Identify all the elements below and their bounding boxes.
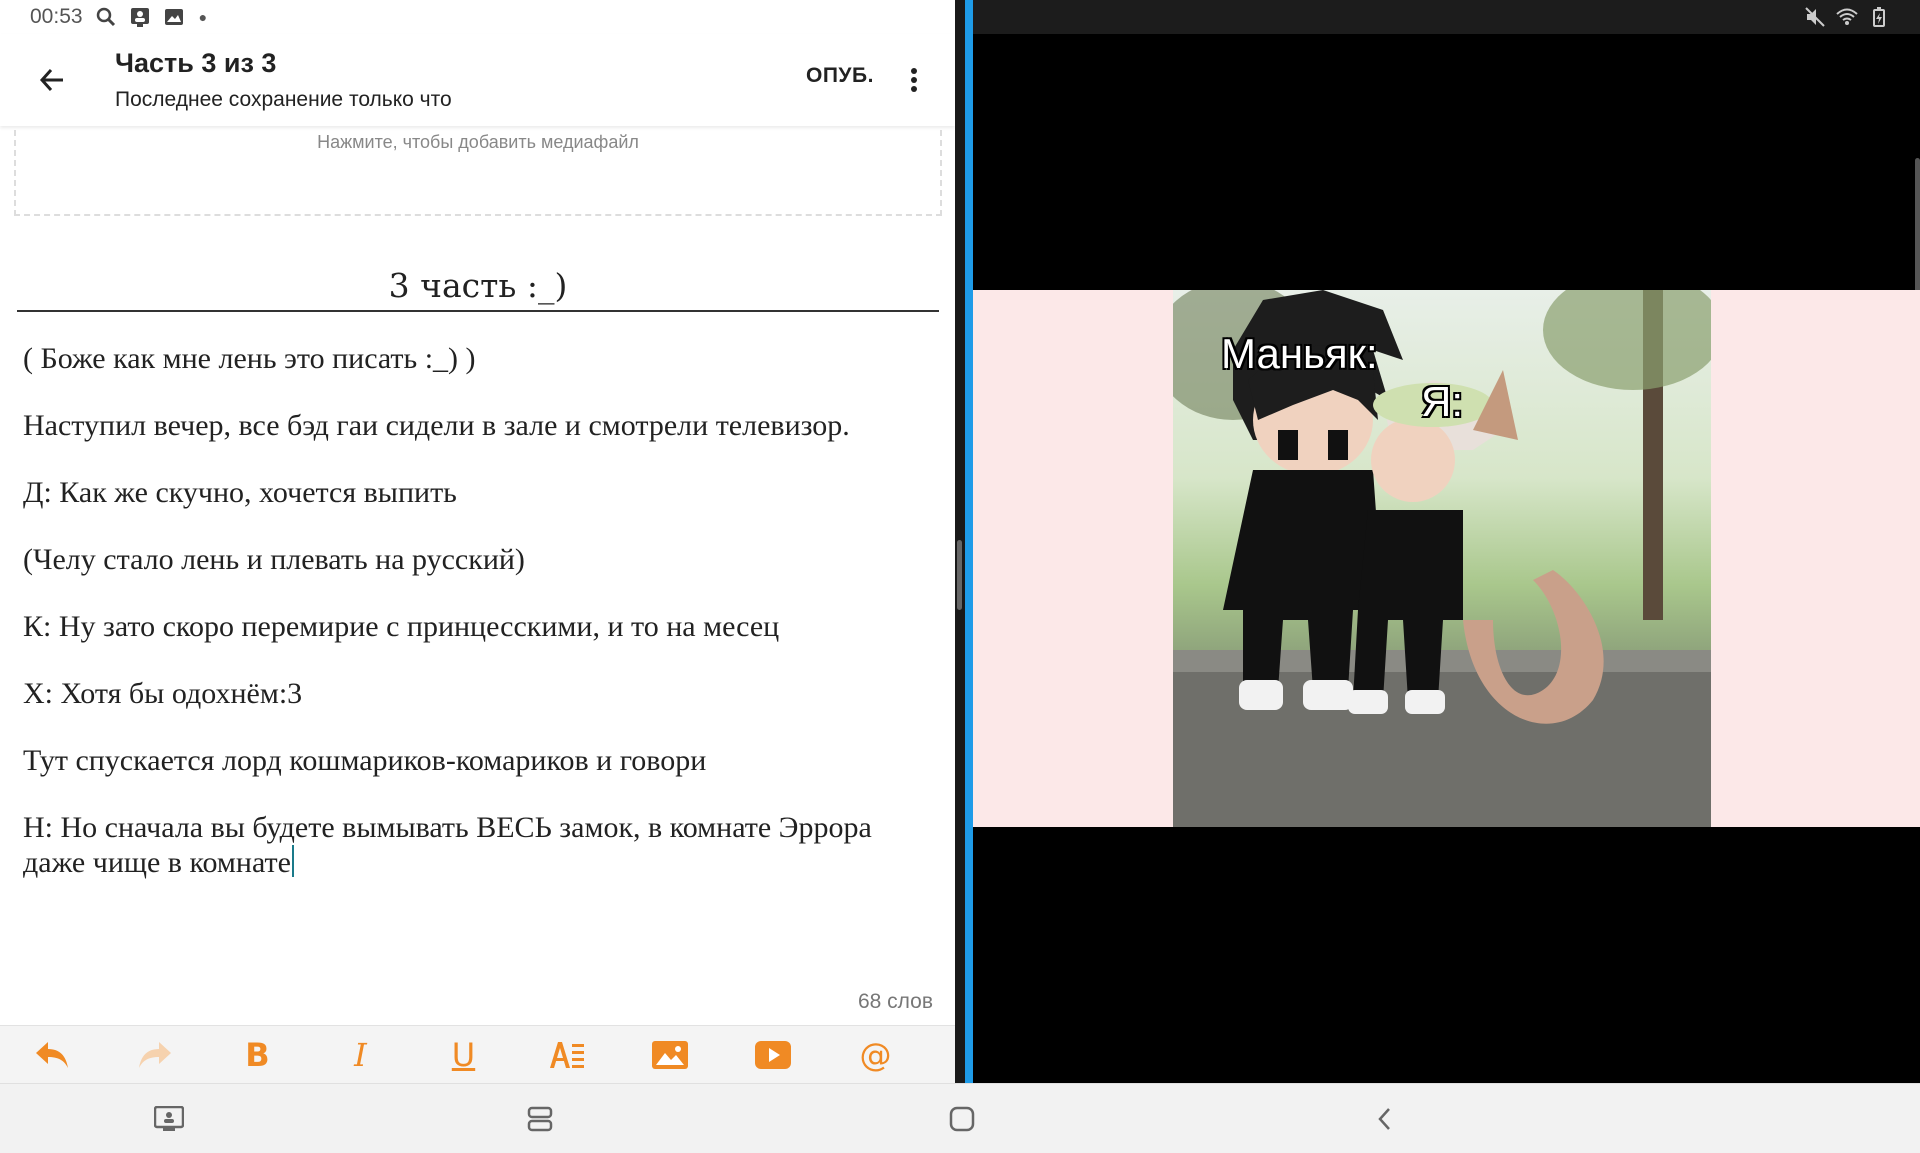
story-paragraph: ( Боже как мне лень это писать :_) ) bbox=[23, 342, 476, 375]
recent-apps-button[interactable] bbox=[515, 1094, 565, 1144]
story-paragraph: Наступил вечер, все бэд гаи сидели в зал… bbox=[23, 409, 850, 442]
system-navigation-bar bbox=[0, 1083, 1920, 1153]
video-play-icon bbox=[754, 1041, 791, 1069]
wifi-icon bbox=[1836, 6, 1858, 28]
status-bar: 00:53 ● bbox=[0, 0, 955, 34]
redo-button[interactable] bbox=[103, 1026, 206, 1083]
back-arrow-icon bbox=[39, 68, 63, 92]
meme-caption-left: Маньяк: bbox=[1221, 330, 1378, 377]
story-paragraph-text: Н: Но сначала вы будете вымывать ВЕСЬ за… bbox=[23, 811, 872, 879]
image-icon bbox=[651, 1041, 688, 1069]
story-paragraph: Д: Как же скучно, хочется выпить bbox=[23, 476, 457, 509]
bold-icon: B bbox=[245, 1036, 270, 1074]
home-button[interactable] bbox=[937, 1094, 987, 1144]
status-time: 00:53 bbox=[30, 5, 83, 28]
underline-icon: U bbox=[451, 1036, 476, 1074]
at-sign-icon: @ bbox=[859, 1036, 892, 1074]
split-resize-handle[interactable] bbox=[957, 540, 962, 610]
back-nav-button[interactable] bbox=[1360, 1094, 1410, 1144]
page-title: Часть 3 из 3 bbox=[115, 48, 277, 78]
more-options-button[interactable] bbox=[896, 60, 932, 100]
editor-header: Часть 3 из 3 Последнее сохранение только… bbox=[0, 34, 955, 126]
contact-card-icon bbox=[129, 6, 151, 28]
format-toolbar: B I U @ bbox=[0, 1025, 955, 1083]
back-button[interactable] bbox=[32, 60, 72, 100]
story-paragraph: Х: Хотя бы одохнём:3 bbox=[23, 677, 303, 710]
taskbar-toggle-button[interactable] bbox=[144, 1094, 194, 1144]
story-paragraph: Тут спускается лорд кошмариков-комариков… bbox=[23, 744, 707, 777]
more-vert-icon bbox=[911, 68, 917, 92]
add-media-hint: Нажмите, чтобы добавить медиафайл bbox=[317, 132, 639, 152]
story-paragraph-last: Н: Но сначала вы будете вымывать ВЕСЬ за… bbox=[23, 811, 923, 880]
meme-caption-right: Я: bbox=[1421, 378, 1463, 425]
active-window-indicator bbox=[965, 0, 973, 1083]
mute-icon bbox=[1804, 6, 1826, 28]
home-icon bbox=[949, 1106, 975, 1132]
insert-image-button[interactable] bbox=[618, 1026, 721, 1083]
undo-icon bbox=[35, 1042, 68, 1068]
story-text-editor[interactable]: ( Боже как мне лень это писать :_) ) Нас… bbox=[23, 342, 923, 913]
publish-button[interactable]: ОПУБ. bbox=[806, 64, 874, 88]
recent-apps-icon bbox=[527, 1106, 553, 1132]
word-count: 68 слов bbox=[857, 990, 933, 1013]
image-icon bbox=[163, 6, 185, 28]
battery-icon bbox=[1868, 6, 1890, 28]
story-paragraph: К: Ну зато скоро перемирие с принцесским… bbox=[23, 610, 780, 643]
undo-button[interactable] bbox=[0, 1026, 103, 1083]
search-icon bbox=[95, 6, 117, 28]
taskbar-icon bbox=[154, 1106, 184, 1131]
story-paragraph: (Челу стало лень и плевать на русский) bbox=[23, 543, 525, 576]
insert-video-button[interactable] bbox=[721, 1026, 824, 1083]
status-bar-right bbox=[973, 0, 1920, 34]
editor-pane: 00:53 ● Часть 3 из 3 Последнее сохранени… bbox=[0, 0, 955, 1083]
italic-icon: I bbox=[354, 1036, 367, 1074]
mention-button[interactable]: @ bbox=[824, 1026, 927, 1083]
chapter-title-input[interactable]: 3 часть :_) bbox=[17, 262, 939, 312]
text-cursor bbox=[291, 845, 294, 877]
bold-button[interactable]: B bbox=[206, 1026, 309, 1083]
video-pane: Маньяк: Я: bbox=[973, 0, 1920, 1083]
chevron-left-icon bbox=[1378, 1108, 1390, 1130]
italic-button[interactable]: I bbox=[309, 1026, 412, 1083]
underline-button[interactable]: U bbox=[412, 1026, 515, 1083]
notification-dot-icon: ● bbox=[198, 9, 208, 25]
video-player[interactable]: Маньяк: Я: bbox=[973, 290, 1920, 827]
text-align-icon bbox=[549, 1042, 584, 1068]
video-thumbnail: Маньяк: Я: bbox=[1173, 290, 1711, 827]
redo-icon bbox=[138, 1042, 171, 1068]
align-button[interactable] bbox=[515, 1026, 618, 1083]
save-status: Последнее сохранение только что bbox=[115, 88, 452, 111]
